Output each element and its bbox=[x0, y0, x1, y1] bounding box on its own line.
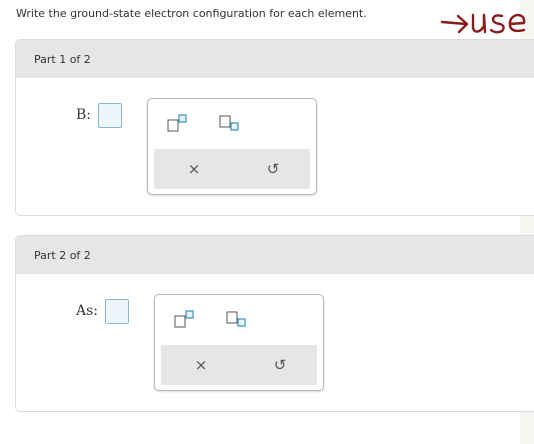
undo-button[interactable]: ↺ bbox=[268, 355, 292, 375]
clear-button[interactable]: × bbox=[182, 159, 206, 179]
undo-button[interactable]: ↺ bbox=[261, 159, 285, 179]
page: Write the ground-state electron configur… bbox=[0, 0, 534, 444]
superscript-template-button[interactable] bbox=[166, 113, 194, 135]
math-toolbar-1: × ↺ bbox=[147, 98, 317, 195]
superscript-template-button[interactable] bbox=[173, 309, 201, 331]
element-label-as: As: bbox=[76, 303, 99, 319]
element-label-b: B: bbox=[76, 107, 92, 123]
subscript-template-button[interactable] bbox=[218, 113, 246, 135]
part-1-panel: Part 1 of 2 B: × ↺ bbox=[15, 39, 534, 216]
subscript-template-icon bbox=[219, 115, 239, 131]
math-toolbar-2: × ↺ bbox=[154, 294, 324, 391]
clear-button[interactable]: × bbox=[189, 355, 213, 375]
action-bar-1: × ↺ bbox=[154, 149, 310, 189]
part-2-header: Part 2 of 2 bbox=[16, 236, 534, 274]
answer-input-as[interactable] bbox=[105, 299, 129, 324]
part-2-panel: Part 2 of 2 As: × ↺ bbox=[15, 235, 534, 412]
superscript-template-icon bbox=[167, 114, 187, 132]
action-bar-2: × ↺ bbox=[161, 345, 317, 385]
superscript-template-icon bbox=[174, 310, 194, 328]
handwritten-annotation bbox=[440, 13, 526, 34]
part-1-header: Part 1 of 2 bbox=[16, 40, 534, 78]
subscript-template-icon bbox=[226, 311, 246, 327]
question-prompt: Write the ground-state electron configur… bbox=[16, 7, 367, 20]
answer-input-b[interactable] bbox=[98, 103, 122, 128]
subscript-template-button[interactable] bbox=[225, 309, 253, 331]
